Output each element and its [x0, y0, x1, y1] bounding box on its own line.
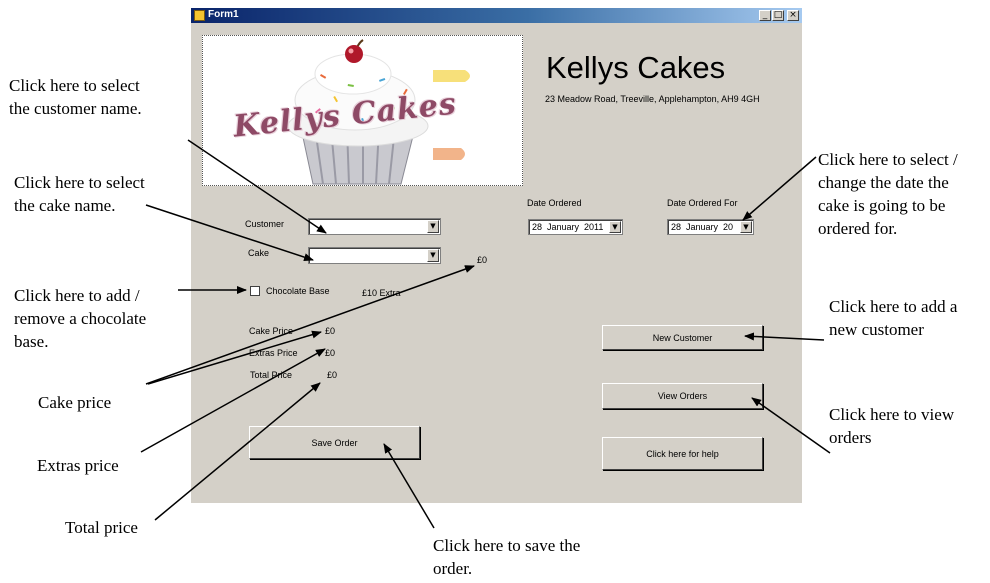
arrow-cake	[145, 204, 314, 261]
annotation-arrows	[140, 139, 831, 529]
arrow-save-order	[383, 443, 435, 529]
arrow-new-customer	[744, 332, 825, 341]
arrow-cake-price-to-field	[147, 330, 322, 385]
arrow-extras-price	[140, 348, 326, 453]
arrow-customer	[187, 139, 327, 234]
arrow-cake-price-to-display	[145, 265, 475, 385]
arrow-view-orders	[751, 397, 831, 454]
arrow-change-date	[742, 156, 817, 221]
arrow-total-price	[154, 382, 321, 521]
